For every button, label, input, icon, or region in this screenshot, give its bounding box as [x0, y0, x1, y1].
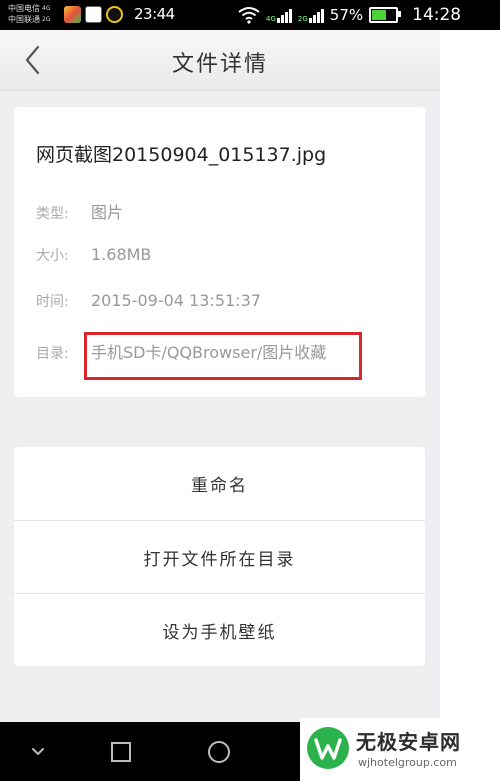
- nav-home-button[interactable]: [205, 738, 233, 766]
- app-screen: 文件详情 网页截图20150904_015137.jpg 类型: 图片 大小: 1.…: [0, 0, 440, 781]
- info-row-type: 类型: 图片: [36, 199, 123, 223]
- notification-icons: [64, 6, 123, 23]
- battery-percent: 57%: [329, 6, 364, 24]
- square-icon: [111, 742, 131, 762]
- watermark: 无极安卓网 wjhotelgroup.com: [300, 718, 500, 781]
- brand-logo-icon: [307, 727, 349, 769]
- battery-icon: [369, 7, 402, 23]
- info-row-size: 大小: 1.68MB: [36, 245, 151, 265]
- header-bar: 文件详情: [0, 30, 440, 91]
- battery-fill: [372, 10, 387, 20]
- page-title: 文件详情: [171, 52, 268, 77]
- type-value: 图片: [91, 203, 124, 222]
- carrier-2-net: 2G: [42, 16, 51, 23]
- size-label: 大小:: [36, 248, 69, 264]
- wifi-icon: [238, 7, 260, 24]
- signal-icon-1: 4G: [266, 7, 292, 23]
- right-margin: [440, 0, 500, 781]
- status-clock: 14:28: [412, 5, 462, 25]
- size-value: 1.68MB: [91, 245, 152, 264]
- type-label: 类型:: [36, 206, 69, 222]
- image-notification-icon: [85, 6, 102, 23]
- signal-icon-2: 2G: [298, 7, 324, 23]
- carrier-1: 中国电信: [8, 4, 40, 13]
- file-name: 网页截图20150904_015137.jpg: [36, 144, 327, 166]
- circle-icon: [208, 741, 230, 763]
- signal-2-label: 2G: [297, 15, 308, 23]
- watermark-brand: 无极安卓网: [356, 730, 461, 754]
- info-row-time: 时间: 2015-09-04 13:51:37: [36, 291, 261, 311]
- rename-button[interactable]: 重命名: [14, 447, 425, 520]
- chevron-down-icon: [32, 748, 44, 756]
- nav-recent-button[interactable]: [107, 738, 135, 766]
- actions-card: 重命名 打开文件所在目录 设为手机壁纸: [14, 447, 425, 666]
- open-folder-button[interactable]: 打开文件所在目录: [14, 520, 425, 594]
- carrier-1-net: 4G: [42, 5, 51, 12]
- signal-1-label: 4G: [266, 15, 276, 23]
- carrier-info: 中国电信 4G 中国联通 2G: [8, 3, 50, 25]
- dir-label: 目录:: [36, 346, 69, 362]
- app-notification-icon-2: [106, 6, 123, 23]
- notification-time: 23:44: [134, 5, 175, 23]
- status-indicators: 4G 2G 57% 14:28: [238, 5, 461, 25]
- set-wallpaper-button[interactable]: 设为手机壁纸: [14, 593, 425, 666]
- nav-back-button[interactable]: [24, 738, 52, 766]
- app-notification-icon: [64, 6, 81, 23]
- time-label: 时间:: [36, 294, 69, 310]
- time-value: 2015-09-04 13:51:37: [91, 291, 261, 310]
- status-bar: 中国电信 4G 中国联通 2G 23:44 4G 2G 57% 14:28: [0, 0, 500, 30]
- directory-highlight-box: [84, 332, 362, 380]
- file-info-card: 网页截图20150904_015137.jpg 类型: 图片 大小: 1.68MB …: [14, 107, 425, 397]
- watermark-url: wjhotelgroup.com: [358, 756, 457, 769]
- carrier-2: 中国联通: [8, 15, 40, 24]
